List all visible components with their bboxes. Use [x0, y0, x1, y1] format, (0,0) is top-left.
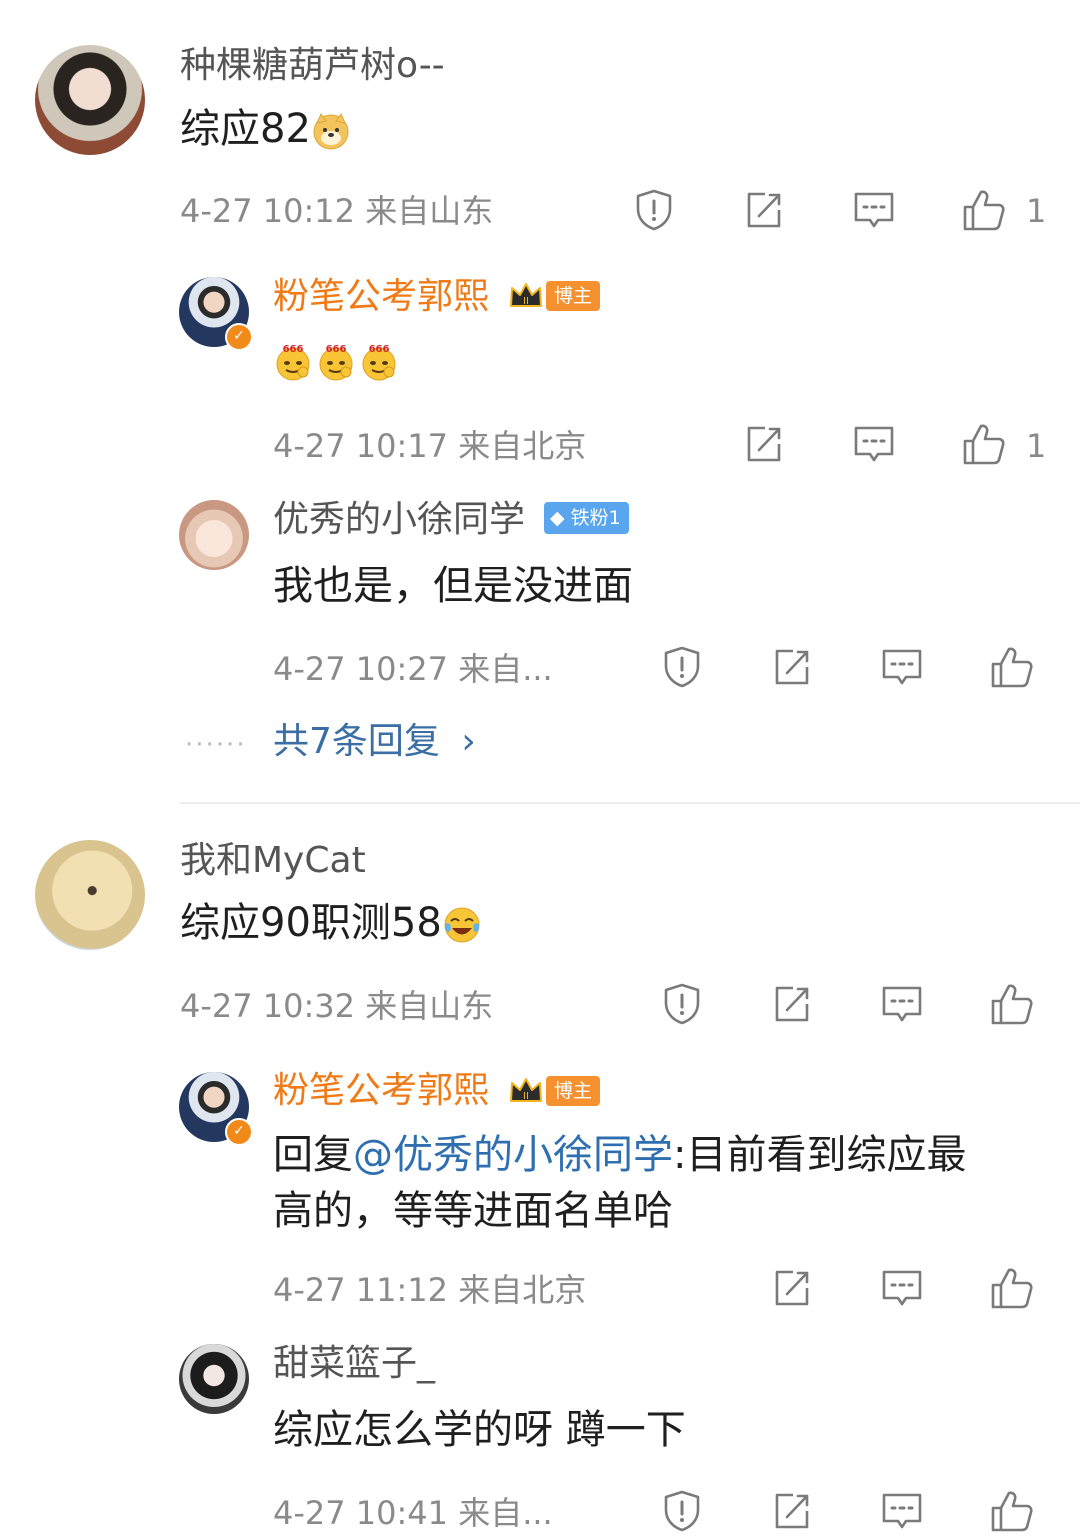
reply-meta: 4-27 10:17 来自北京 [273, 426, 586, 466]
comment-icon[interactable] [851, 421, 897, 467]
reply-location: 来自... [458, 1494, 553, 1532]
share-icon[interactable] [769, 644, 815, 690]
like-count: 1 [1026, 427, 1047, 465]
comment-icon[interactable] [851, 187, 897, 233]
verified-badge: ✓ [225, 323, 253, 351]
fan-badge: ◆ 铁粉1 [544, 502, 629, 534]
avatar[interactable] [179, 500, 249, 570]
reply-text-line2: 高的，等等进面名单哈 [273, 1188, 673, 1234]
comment-meta: 4-27 10:12 来自山东 [180, 191, 493, 231]
report-icon[interactable] [659, 644, 705, 690]
avatar[interactable] [179, 1344, 249, 1414]
666-emoji [316, 342, 356, 382]
blogger-badge: 博主 [546, 1076, 601, 1106]
reply-text: 回复@优秀的小徐同学:目前看到综应最 [273, 1127, 966, 1183]
comment-text-body: 综应90职测58 [180, 900, 442, 946]
like-icon[interactable] [989, 1265, 1035, 1311]
reply-time: 4-27 10:17 [273, 427, 449, 465]
share-icon[interactable] [769, 1488, 815, 1534]
share-icon[interactable] [769, 1265, 815, 1311]
comment-time: 4-27 10:32 [180, 987, 356, 1025]
comment-text: 综应90职测58 [180, 895, 482, 951]
like-icon[interactable] [989, 644, 1035, 690]
crown-icon: II [510, 283, 542, 307]
like-icon[interactable] [989, 1488, 1035, 1534]
reply-meta: 4-27 10:41 来自... [273, 1493, 553, 1533]
chevron-right-icon: › [461, 721, 476, 762]
comment-username[interactable]: 种棵糖葫芦树o-- [180, 44, 445, 88]
reply-meta: 4-27 11:12 来自北京 [273, 1270, 586, 1310]
avatar[interactable] [35, 840, 145, 950]
divider [180, 802, 1080, 804]
reply-text-line1: :目前看到综应最 [673, 1132, 967, 1178]
comment-location: 来自山东 [365, 987, 494, 1025]
like-icon[interactable] [961, 187, 1007, 233]
mention-link[interactable]: @优秀的小徐同学 [353, 1132, 673, 1178]
share-icon[interactable] [741, 421, 787, 467]
comment-icon[interactable] [879, 981, 925, 1027]
comment-icon[interactable] [879, 1265, 925, 1311]
666-emoji [273, 342, 313, 382]
comment-meta: 4-27 10:32 来自山东 [180, 986, 493, 1026]
crown-icon: II [510, 1078, 542, 1102]
laugh-cry-emoji [442, 905, 482, 945]
report-icon[interactable] [631, 187, 677, 233]
comment-icon[interactable] [879, 1488, 925, 1534]
reply-prefix: 回复 [273, 1132, 353, 1178]
reply-time: 4-27 10:27 [273, 650, 449, 688]
reply-location: 来自北京 [458, 427, 587, 465]
view-all-replies-link[interactable]: 共7条回复 › [273, 720, 476, 764]
like-count: 1 [1026, 192, 1047, 230]
like-icon[interactable] [989, 981, 1035, 1027]
avatar[interactable] [35, 45, 145, 155]
fan-badge-label: 铁粉1 [570, 507, 621, 529]
comment-text: 综应82 [180, 101, 351, 157]
share-icon[interactable] [769, 981, 815, 1027]
diamond-icon: ◆ [550, 507, 565, 529]
emoji-row [273, 342, 399, 384]
more-dots: ······ [185, 730, 247, 760]
reply-meta: 4-27 10:27 来自... [273, 649, 553, 689]
reply-text: 我也是，但是没进面 [273, 563, 633, 609]
comment-icon[interactable] [879, 644, 925, 690]
comment-time: 4-27 10:12 [180, 192, 356, 230]
share-icon[interactable] [741, 187, 787, 233]
666-emoji [359, 342, 399, 382]
blogger-badge: 博主 [546, 281, 601, 311]
report-icon[interactable] [659, 1488, 705, 1534]
like-icon[interactable] [961, 421, 1007, 467]
svg-text:II: II [523, 296, 529, 307]
reply-username[interactable]: 优秀的小徐同学 [273, 498, 525, 542]
svg-text:II: II [523, 1091, 529, 1102]
comment-text-body: 综应82 [180, 106, 311, 152]
reply-username[interactable]: 甜菜篮子_ [273, 1342, 435, 1386]
comment-username[interactable]: 我和MyCat [180, 839, 366, 883]
doge-emoji [311, 111, 351, 151]
reply-username[interactable]: 粉笔公考郭熙 [273, 1069, 489, 1113]
verified-badge: ✓ [225, 1118, 253, 1146]
reply-location: 来自... [458, 650, 553, 688]
reply-location: 来自北京 [458, 1271, 587, 1309]
view-all-replies-label: 共7条回复 [273, 721, 440, 762]
report-icon[interactable] [659, 981, 705, 1027]
reply-time: 4-27 11:12 [273, 1271, 449, 1309]
comment-location: 来自山东 [365, 192, 494, 230]
reply-time: 4-27 10:41 [273, 1494, 449, 1532]
reply-username[interactable]: 粉笔公考郭熙 [273, 275, 489, 319]
reply-text: 综应怎么学的呀 蹲一下 [273, 1407, 686, 1453]
